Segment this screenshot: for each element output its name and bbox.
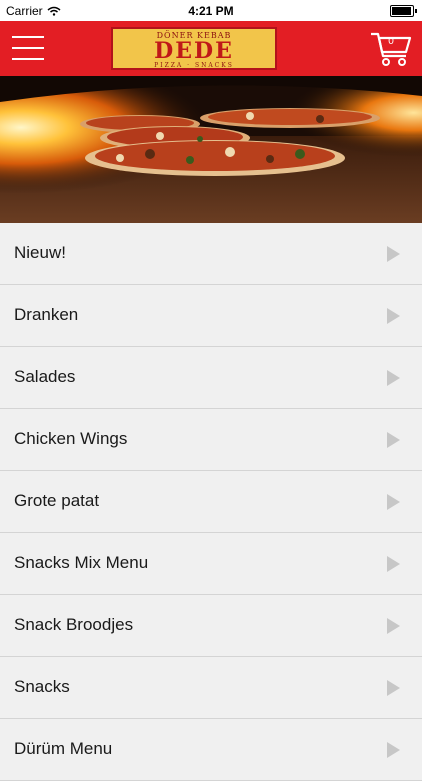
- list-item-label: Dürüm Menu: [14, 739, 113, 758]
- category-list: Nieuw! Dranken Salades Chicken Wings Gro…: [0, 223, 422, 781]
- list-item[interactable]: Chicken Wings: [0, 409, 422, 471]
- list-item[interactable]: Salades: [0, 347, 422, 409]
- list-item[interactable]: Grote patat: [0, 471, 422, 533]
- list-item[interactable]: Dürüm Menu: [0, 719, 422, 781]
- status-time: 4:21 PM: [188, 4, 234, 18]
- chevron-right-icon: [387, 246, 400, 262]
- chevron-right-icon: [387, 432, 400, 448]
- battery-fill: [392, 7, 411, 15]
- list-item-label: Salades: [14, 367, 76, 386]
- battery-icon: [390, 5, 417, 17]
- logo-bottom-text: PIZZA · SNACKS: [154, 62, 234, 69]
- chevron-right-icon: [387, 556, 400, 572]
- logo-main-text: DEDE: [154, 38, 234, 64]
- list-item-label: Grote patat: [14, 491, 100, 510]
- list-item[interactable]: Nieuw!: [0, 223, 422, 285]
- list-item[interactable]: Dranken: [0, 285, 422, 347]
- pizza-oven-image: [0, 76, 422, 223]
- chevron-right-icon: [387, 370, 400, 386]
- restaurant-logo[interactable]: DÖNER KEBAB DEDE PIZZA · SNACKS: [111, 27, 277, 70]
- chevron-right-icon: [387, 308, 400, 324]
- chevron-right-icon: [387, 680, 400, 696]
- list-item-label: Snacks Mix Menu: [14, 553, 149, 572]
- status-bar: Carrier 4:21 PM: [0, 0, 422, 21]
- nav-bar: DÖNER KEBAB DEDE PIZZA · SNACKS 0: [0, 21, 422, 76]
- list-item[interactable]: Snacks: [0, 657, 422, 719]
- list-item-label: Chicken Wings: [14, 429, 128, 448]
- cart-count-badge: 0: [388, 36, 394, 47]
- list-item-label: Snacks: [14, 677, 70, 696]
- hamburger-line: [12, 58, 44, 60]
- hamburger-menu-button[interactable]: [12, 36, 44, 62]
- chevron-right-icon: [387, 618, 400, 634]
- chevron-right-icon: [387, 742, 400, 758]
- list-item-label: Dranken: [14, 305, 79, 324]
- cart-button[interactable]: 0: [370, 30, 412, 68]
- hamburger-line: [12, 47, 44, 49]
- hamburger-line: [12, 36, 44, 38]
- list-item[interactable]: Snack Broodjes: [0, 595, 422, 657]
- list-item-label: Snack Broodjes: [14, 615, 134, 634]
- chevron-right-icon: [387, 494, 400, 510]
- list-item-label: Nieuw!: [14, 243, 66, 262]
- list-item[interactable]: Snacks Mix Menu: [0, 533, 422, 595]
- hero-banner: [0, 76, 422, 223]
